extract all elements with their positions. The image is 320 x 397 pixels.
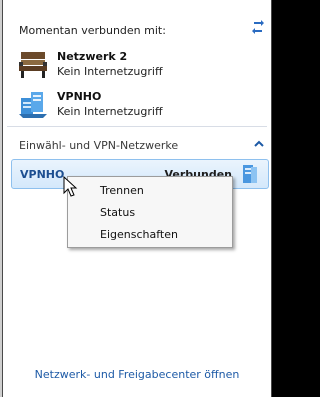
connection-name: Netzwerk 2 <box>57 50 128 63</box>
vpn-network-icon <box>19 92 47 118</box>
network-center-link[interactable]: Netzwerk- und Freigabecenter öffnen <box>3 368 271 381</box>
refresh-icon[interactable] <box>249 18 267 36</box>
connection-item-vpnho[interactable]: VPNHO Kein Internetzugriff <box>17 88 257 124</box>
network-flyout: Momentan verbunden mit: Netzwerk 2 Kein … <box>2 0 272 397</box>
connection-item-netzwerk2[interactable]: Netzwerk 2 Kein Internetzugriff <box>17 48 257 84</box>
mouse-cursor-icon <box>63 176 78 197</box>
collapse-caret-icon[interactable] <box>253 139 265 149</box>
menu-item-status[interactable]: Status <box>100 206 135 219</box>
connected-header: Momentan verbunden mit: <box>19 24 166 37</box>
bench-network-icon <box>19 52 47 78</box>
context-menu: Trennen Status Eigenschaften <box>67 176 233 248</box>
menu-item-disconnect[interactable]: Trennen <box>100 184 144 197</box>
vpn-name: VPNHO <box>20 168 65 181</box>
section-title: Einwähl- und VPN-Netzwerke <box>19 139 179 152</box>
connection-status: Kein Internetzugriff <box>57 105 163 118</box>
section-divider <box>7 126 267 127</box>
server-icon <box>243 165 257 183</box>
connection-name: VPNHO <box>57 90 102 103</box>
menu-item-properties[interactable]: Eigenschaften <box>100 228 178 241</box>
connection-status: Kein Internetzugriff <box>57 65 163 78</box>
